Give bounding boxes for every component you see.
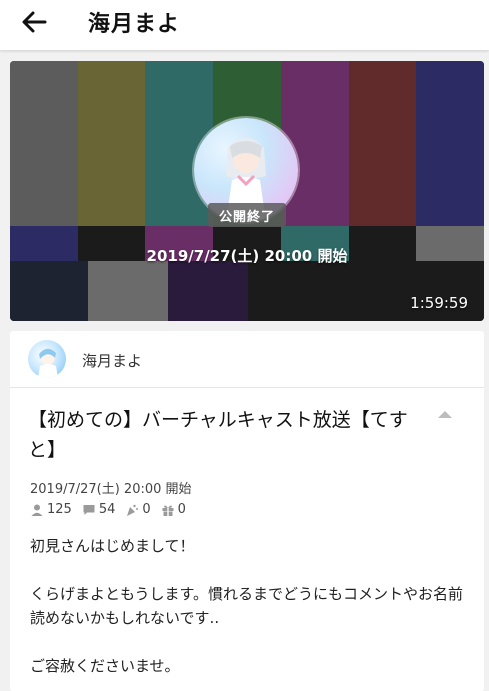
back-button[interactable]	[16, 4, 52, 40]
app-header: 海月まよ	[0, 0, 489, 50]
description-line: ご容赦くださいませ。	[30, 657, 180, 675]
color-bar	[88, 261, 168, 321]
person-icon	[31, 504, 43, 516]
color-bar	[10, 261, 88, 321]
item-count-value: 0	[177, 502, 186, 517]
gift-count-value: 0	[142, 502, 151, 517]
comment-count: 54	[82, 502, 116, 517]
page-title: 海月まよ	[88, 12, 181, 37]
gift-count: 0	[125, 502, 151, 517]
video-duration: 1:59:59	[410, 294, 468, 312]
host-avatar-illustration	[38, 348, 58, 378]
color-bars-bottom	[10, 261, 484, 321]
broadcast-title: 【初めての】バーチャルキャスト放送【てすと】	[28, 409, 408, 461]
color-bar	[416, 61, 484, 226]
broadcast-description: 初見さんはじめまして！ くらげまよともうします。慣れるまでどうにもコメントやお名…	[30, 534, 470, 678]
description-line: くらげまよともうします。慣れるまでどうにもコメントやお名前読めないかもしれないで…	[30, 585, 464, 627]
comment-count-value: 54	[98, 502, 116, 517]
item-count: 0	[161, 502, 186, 517]
color-bar	[168, 261, 248, 321]
description-line: 初見さんはじめまして！	[30, 537, 195, 555]
viewer-count-value: 125	[47, 502, 72, 517]
arrow-left-icon	[22, 11, 47, 33]
stats-row: 125 54 0 0	[30, 502, 196, 517]
start-time: 2019/7/27(土) 20:00 開始	[146, 247, 348, 265]
party-popper-icon	[127, 504, 139, 516]
host-avatar[interactable]	[28, 340, 66, 378]
broadcast-date: 2019/7/27(土) 20:00 開始	[30, 482, 192, 497]
broadcast-info-card: 海月まよ 【初めての】バーチャルキャスト放送【てすと】 2019/7/27(土)…	[10, 331, 484, 691]
comment-icon	[83, 504, 95, 515]
host-row: 海月まよ	[10, 331, 484, 388]
status-badge: 公開終了	[208, 203, 286, 227]
color-bar	[348, 61, 417, 226]
color-bar	[248, 261, 484, 321]
collapse-button[interactable]	[435, 407, 455, 423]
viewer-count: 125	[30, 502, 72, 517]
color-bar	[10, 61, 78, 226]
video-player[interactable]: 公開終了 2019/7/27(土) 20:00 開始 1:59:59	[10, 61, 484, 321]
gift-box-icon	[162, 505, 174, 516]
host-name[interactable]: 海月まよ	[82, 350, 142, 371]
caret-up-icon	[438, 411, 452, 418]
color-bar	[77, 61, 146, 226]
